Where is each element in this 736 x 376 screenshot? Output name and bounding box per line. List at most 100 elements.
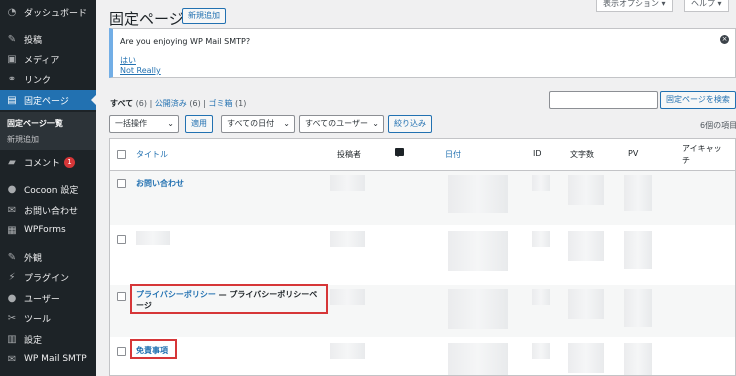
row-checkbox[interactable] — [117, 235, 126, 244]
page-title-link[interactable] — [136, 231, 170, 245]
chars-cell — [568, 175, 604, 205]
menu-settings[interactable]: ▥ 設定 — [0, 329, 96, 349]
id-cell — [532, 289, 550, 305]
menu-links[interactable]: ⚭ リンク — [0, 69, 96, 89]
apply-button[interactable]: 適用 — [185, 115, 213, 133]
col-chars: 文字数 — [570, 150, 594, 159]
menu-label: Cocoon 設定 — [24, 185, 79, 196]
smtp-icon: ✉ — [7, 353, 17, 365]
forms-icon: ▦ — [7, 224, 17, 236]
bulk-action-select[interactable]: 一括操作 ⌄ — [109, 115, 179, 133]
menu-media[interactable]: ▣ メディア — [0, 49, 96, 69]
menu-label: 投稿 — [24, 35, 43, 46]
settings-icon: ▥ — [7, 333, 17, 345]
notice-no-link[interactable]: Not Really — [120, 66, 161, 75]
pages-submenu: 固定ページ一覧 新規追加 — [0, 112, 96, 150]
page-title-link[interactable]: お問い合わせ — [136, 178, 184, 189]
chevron-down-icon: ⌄ — [372, 119, 379, 128]
table-row: お問い合わせ — [110, 171, 735, 225]
id-cell — [532, 343, 550, 359]
menu-label: コメント — [24, 158, 61, 169]
notice-yes-link[interactable]: はい — [120, 55, 136, 66]
pv-cell — [624, 343, 652, 375]
menu-label: 外観 — [24, 253, 43, 264]
bulk-action-value: 一括操作 — [115, 119, 147, 128]
brush-icon: ✎ — [7, 251, 17, 263]
comment-icon[interactable] — [395, 148, 404, 157]
id-cell — [532, 175, 550, 191]
user-icon: ● — [7, 292, 17, 304]
menu-comments[interactable]: ▰ コメント 1 — [0, 152, 96, 172]
search-button[interactable]: 固定ページを検索 — [660, 91, 736, 109]
submenu-add-new[interactable]: 新規追加 — [7, 134, 39, 145]
submenu-all-pages[interactable]: 固定ページ一覧 — [7, 118, 63, 129]
user-filter-select[interactable]: すべてのユーザー ⌄ — [299, 115, 384, 133]
date-cell — [448, 343, 508, 375]
menu-dashboard[interactable]: ◔ ダッシュボード — [0, 2, 96, 22]
smtp-notice: Are you enjoying WP Mail SMTP? はい Not Re… — [109, 28, 736, 78]
menu-label: WP Mail SMTP — [24, 354, 87, 364]
menu-plugins[interactable]: ⚡ プラグイン — [0, 267, 96, 287]
view-published[interactable]: 公開済み — [155, 99, 187, 108]
author-cell — [330, 289, 365, 305]
chars-cell — [568, 289, 604, 319]
view-trash[interactable]: ゴミ箱 — [209, 99, 233, 108]
user-filter-value: すべてのユーザー — [305, 119, 368, 128]
chevron-down-icon: ⌄ — [167, 119, 174, 128]
author-cell — [330, 231, 365, 247]
menu-appearance[interactable]: ✎ 外観 — [0, 247, 96, 267]
menu-label: プラグイン — [24, 273, 70, 284]
chars-cell — [568, 343, 604, 373]
highlight-box — [130, 284, 328, 314]
pv-cell — [624, 231, 652, 269]
col-author: 投稿者 — [337, 150, 361, 159]
view-published-count: (6) — [189, 99, 201, 108]
menu-wp-mail-smtp[interactable]: ✉ WP Mail SMTP — [0, 349, 96, 369]
menu-contact[interactable]: ✉ お問い合わせ — [0, 200, 96, 220]
col-date[interactable]: 日付 — [445, 149, 461, 160]
filter-button[interactable]: 絞り込み — [388, 115, 432, 133]
date-filter-select[interactable]: すべての日付 ⌄ — [221, 115, 295, 133]
chevron-down-icon: ⌄ — [283, 119, 290, 128]
menu-label: WPForms — [24, 225, 66, 235]
plugin-icon: ⚡ — [8, 271, 16, 283]
col-title[interactable]: タイトル — [136, 149, 168, 160]
link-icon: ⚭ — [7, 73, 17, 85]
menu-label: 設定 — [24, 335, 43, 346]
dashboard-icon: ◔ — [7, 6, 17, 18]
row-checkbox[interactable] — [117, 179, 126, 188]
menu-label: ツール — [24, 314, 52, 325]
col-eyecatch: アイキャッチ — [682, 144, 722, 165]
add-new-button[interactable]: 新規追加 — [182, 8, 226, 24]
view-all[interactable]: すべて — [110, 99, 133, 108]
menu-cocoon[interactable]: ● Cocoon 設定 — [0, 179, 96, 199]
menu-wpforms[interactable]: ▦ WPForms — [0, 220, 96, 240]
pv-cell — [624, 175, 652, 211]
pv-cell — [624, 289, 652, 327]
view-trash-count: (1) — [235, 99, 247, 108]
date-cell — [448, 289, 508, 329]
select-all-checkbox[interactable] — [117, 150, 126, 159]
id-cell — [532, 231, 550, 247]
screen-options-tab[interactable]: 表示オプション ▾ — [596, 0, 673, 12]
menu-label: 固定ページ — [24, 96, 69, 107]
pages-table: タイトル 投稿者 日付 ID 文字数 PV アイキャッチ お問い合わせ プライバ… — [109, 138, 736, 376]
menu-tools[interactable]: ✂ ツール — [0, 308, 96, 328]
help-tab[interactable]: ヘルプ ▾ — [684, 0, 729, 12]
admin-sidebar: ◔ ダッシュボード ✎ 投稿 ▣ メディア ⚭ リンク ▤ 固定ページ 固定ページ一覧 新… — [0, 0, 96, 376]
author-cell — [330, 175, 365, 191]
col-id: ID — [533, 149, 542, 158]
row-checkbox[interactable] — [117, 347, 126, 356]
table-row — [110, 225, 735, 285]
menu-pages[interactable]: ▤ 固定ページ — [0, 90, 96, 110]
row-checkbox[interactable] — [117, 292, 126, 301]
date-filter-value: すべての日付 — [227, 119, 275, 128]
menu-users[interactable]: ● ユーザー — [0, 288, 96, 308]
comment-count-badge: 1 — [64, 156, 76, 168]
menu-posts[interactable]: ✎ 投稿 — [0, 29, 96, 49]
menu-label: ダッシュボード — [24, 8, 88, 19]
date-cell — [448, 231, 508, 271]
cocoon-icon: ● — [7, 183, 17, 195]
close-icon[interactable]: × — [720, 35, 729, 44]
search-input[interactable] — [549, 91, 658, 109]
